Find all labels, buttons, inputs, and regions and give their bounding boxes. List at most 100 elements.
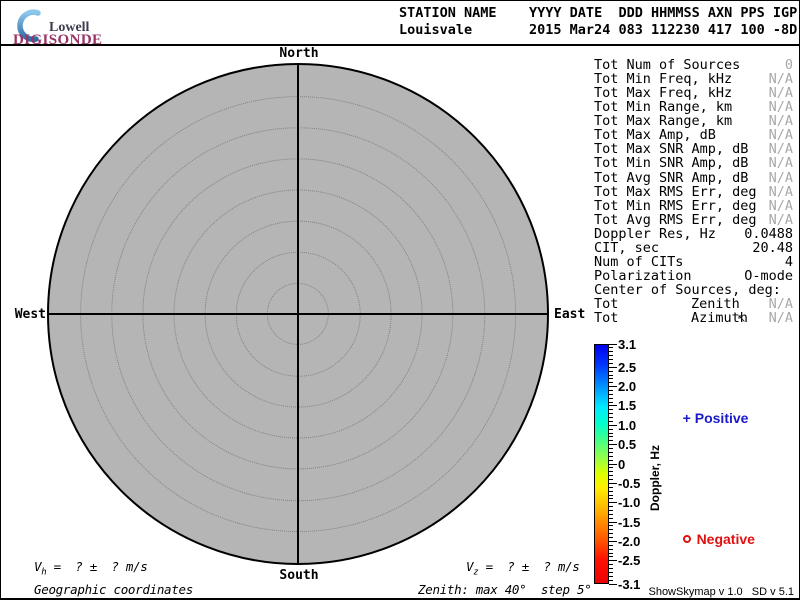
colorbar-tick [609,440,613,441]
table-row: Tot Avg SNR Amp, dBN/A [594,171,793,185]
colorbar-tick [609,409,613,410]
colorbar-tick [609,491,613,492]
stat-value: N/A [769,156,793,170]
coordinates-note: Geographic coordinates [34,582,193,597]
crosshair-horizontal [49,313,547,315]
colorbar-tick [609,421,613,422]
colorbar-tick [609,448,613,449]
showskymap-window: Lowell DIGISONDE STATION NAME YYYY DATE … [0,0,800,600]
colorbar-tick [609,525,613,526]
colorbar-tick-label: 1.0 [618,418,636,433]
table-row: Tot Min SNR Amp, dBN/A [594,156,793,170]
colorbar-tick [609,498,613,499]
colorbar-tick [609,456,613,457]
stat-sublabel: Zenith [691,297,740,311]
table-row: TotZenithN/A [594,297,793,311]
colorbar-tick [609,564,613,565]
colorbar-tick-label: -1.0 [618,495,640,510]
stat-label: Tot Max SNR Amp, dB [594,142,748,156]
stat-value: N/A [769,213,793,227]
skymap-plot [47,63,549,565]
circle-icon [683,535,691,543]
colorbar-tick [609,402,613,403]
table-row: Tot Max Amp, dBN/A [594,128,793,142]
stat-label: Tot Avg RMS Err, deg [594,213,757,227]
stat-label: Doppler Res, Hz [594,227,716,241]
stat-label: Center of Sources, deg: [594,283,781,297]
stat-label: CIT, sec [594,241,659,255]
colorbar-tick-label: -0.5 [618,476,640,491]
stat-value: N/A [769,199,793,213]
colorbar-tick [609,568,613,569]
stat-label: Tot Max Range, km [594,114,732,128]
colorbar-tick [609,556,613,557]
colorbar-tick [609,417,613,418]
colorbar-tick [609,479,613,480]
colorbar-tick [609,367,617,368]
colorbar-tick-label: -2.5 [618,553,640,568]
table-row: Tot Max Freq, kHz N/A [594,86,793,100]
label-east: East [554,307,585,322]
header-station-values: Louisvale 2015 Mar24 083 112230 417 100 … [399,22,797,38]
colorbar-tick [609,382,613,383]
colorbar-tick [609,452,613,453]
colorbar-tick-label: 0.5 [618,437,636,452]
colorbar-tick [609,390,613,391]
colorbar-tick [609,347,613,348]
statistics-table: Tot Num of Sources0Tot Min Freq, kHzN/AT… [594,58,793,325]
table-row: Tot Max Range, km N/A [594,114,793,128]
table-row: Tot Min RMS Err, degN/A [594,199,793,213]
stat-value: N/A [769,297,793,311]
table-row: CIT, sec 20.48 [594,241,793,255]
stat-label: Tot Max Freq, kHz [594,86,732,100]
zenith-scale-note: Zenith: max 40° step 5° [418,582,591,597]
colorbar-tick [609,560,617,561]
colorbar-tick [609,444,617,445]
colorbar-tick [609,386,617,387]
colorbar-tick [609,541,617,542]
legend-positive: +Positive [667,394,748,442]
table-row: Tot Max SNR Amp, dBN/A [594,142,793,156]
plus-icon: + [683,410,691,426]
table-row: TotAzimuthN/A [594,311,793,325]
colorbar-tick-label: 2.0 [618,379,636,394]
colorbar-tick [609,460,613,461]
stat-label: Tot Min Range, km [594,100,732,114]
stat-value: 0.0488 [744,227,793,241]
colorbar-tick [609,529,613,530]
colorbar-tick [609,572,613,573]
colorbar-tick [609,355,613,356]
colorbar-tick [609,580,613,581]
stat-label: Tot [594,311,618,325]
stat-value: N/A [769,114,793,128]
label-north: North [279,46,318,61]
table-row: Doppler Res, Hz 0.0488 [594,227,793,241]
stat-value: N/A [769,100,793,114]
colorbar-tick-label: 0 [618,457,625,472]
table-row: Num of CITs4 [594,255,793,269]
colorbar-tick [609,371,613,372]
stat-value: 4 [785,255,793,269]
colorbar-tick [609,405,617,406]
stat-label: Tot Num of Sources [594,58,740,72]
colorbar-tick [609,394,613,395]
colorbar-tick [609,522,617,523]
stat-label: Tot Min Freq, kHz [594,72,732,86]
header-column-titles: STATION NAME YYYY DATE DDD HHMMSS AXN PP… [399,5,797,21]
stat-value: 20.48 [752,241,793,255]
colorbar-axis-title: Doppler, Hz [648,445,662,511]
stat-label: Tot Max Amp, dB [594,128,716,142]
label-south: South [279,568,318,583]
colorbar-tick [609,413,613,414]
stat-label: Polarization [594,269,692,283]
stat-value: N/A [769,86,793,100]
colorbar-tick-label: -3.1 [618,577,640,592]
vh-readout: Vh = ? ± ? m/s [34,559,148,578]
stat-value: N/A [769,171,793,185]
colorbar-tick [609,467,613,468]
colorbar-tick [609,375,613,376]
mouse-cursor-icon: ↖ [737,312,746,325]
lowell-digisonde-logo: Lowell DIGISONDE [11,5,131,43]
colorbar-tick-label: 2.5 [618,360,636,375]
table-row: Tot Avg RMS Err, deg N/A [594,213,793,227]
